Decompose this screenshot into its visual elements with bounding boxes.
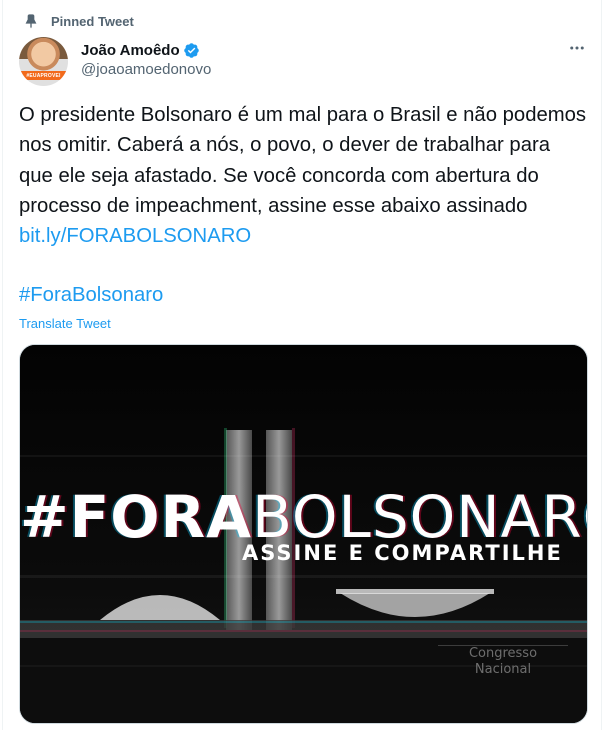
verified-badge-icon [183, 42, 200, 59]
avatar-band-text: #EUAPROVEI [19, 71, 68, 80]
sign-line-1: Congresso [468, 646, 538, 661]
author-handle[interactable]: @joaoamoedonovo [81, 61, 211, 78]
more-options-button[interactable] [567, 40, 587, 60]
sign-line-2: Nacional [474, 662, 532, 677]
pin-icon [23, 13, 39, 29]
media-title: #FORABOLSONARO [20, 485, 587, 549]
congress-sign: Congresso Nacional [438, 645, 568, 686]
tweet-media-image[interactable]: #FORABOLSONARO ASSINE E COMPARTILHE Cong… [19, 344, 588, 724]
tweet-card[interactable]: Pinned Tweet #EUAPROVEI João Amoêdo @joa… [2, 0, 602, 730]
more-options-icon [568, 39, 586, 62]
tweet-text: O presidente Bolsonaro é um mal para o B… [19, 100, 589, 251]
avatar[interactable]: #EUAPROVEI [19, 37, 68, 86]
tweet-link[interactable]: bit.ly/FORABOLSONARO [19, 225, 251, 247]
media-subtitle: ASSINE E COMPARTILHE [242, 541, 563, 565]
tweet-body: O presidente Bolsonaro é um mal para o B… [19, 104, 587, 217]
pinned-label: Pinned Tweet [51, 13, 134, 29]
author-name[interactable]: João Amoêdo [81, 42, 180, 59]
author-name-row[interactable]: João Amoêdo [81, 40, 200, 60]
translate-tweet-button[interactable]: Translate Tweet [19, 316, 111, 331]
media-title-bold: #FORA [20, 483, 253, 551]
pinned-indicator: Pinned Tweet [23, 11, 134, 31]
tweet-hashtag[interactable]: #ForaBolsonaro [19, 280, 163, 310]
